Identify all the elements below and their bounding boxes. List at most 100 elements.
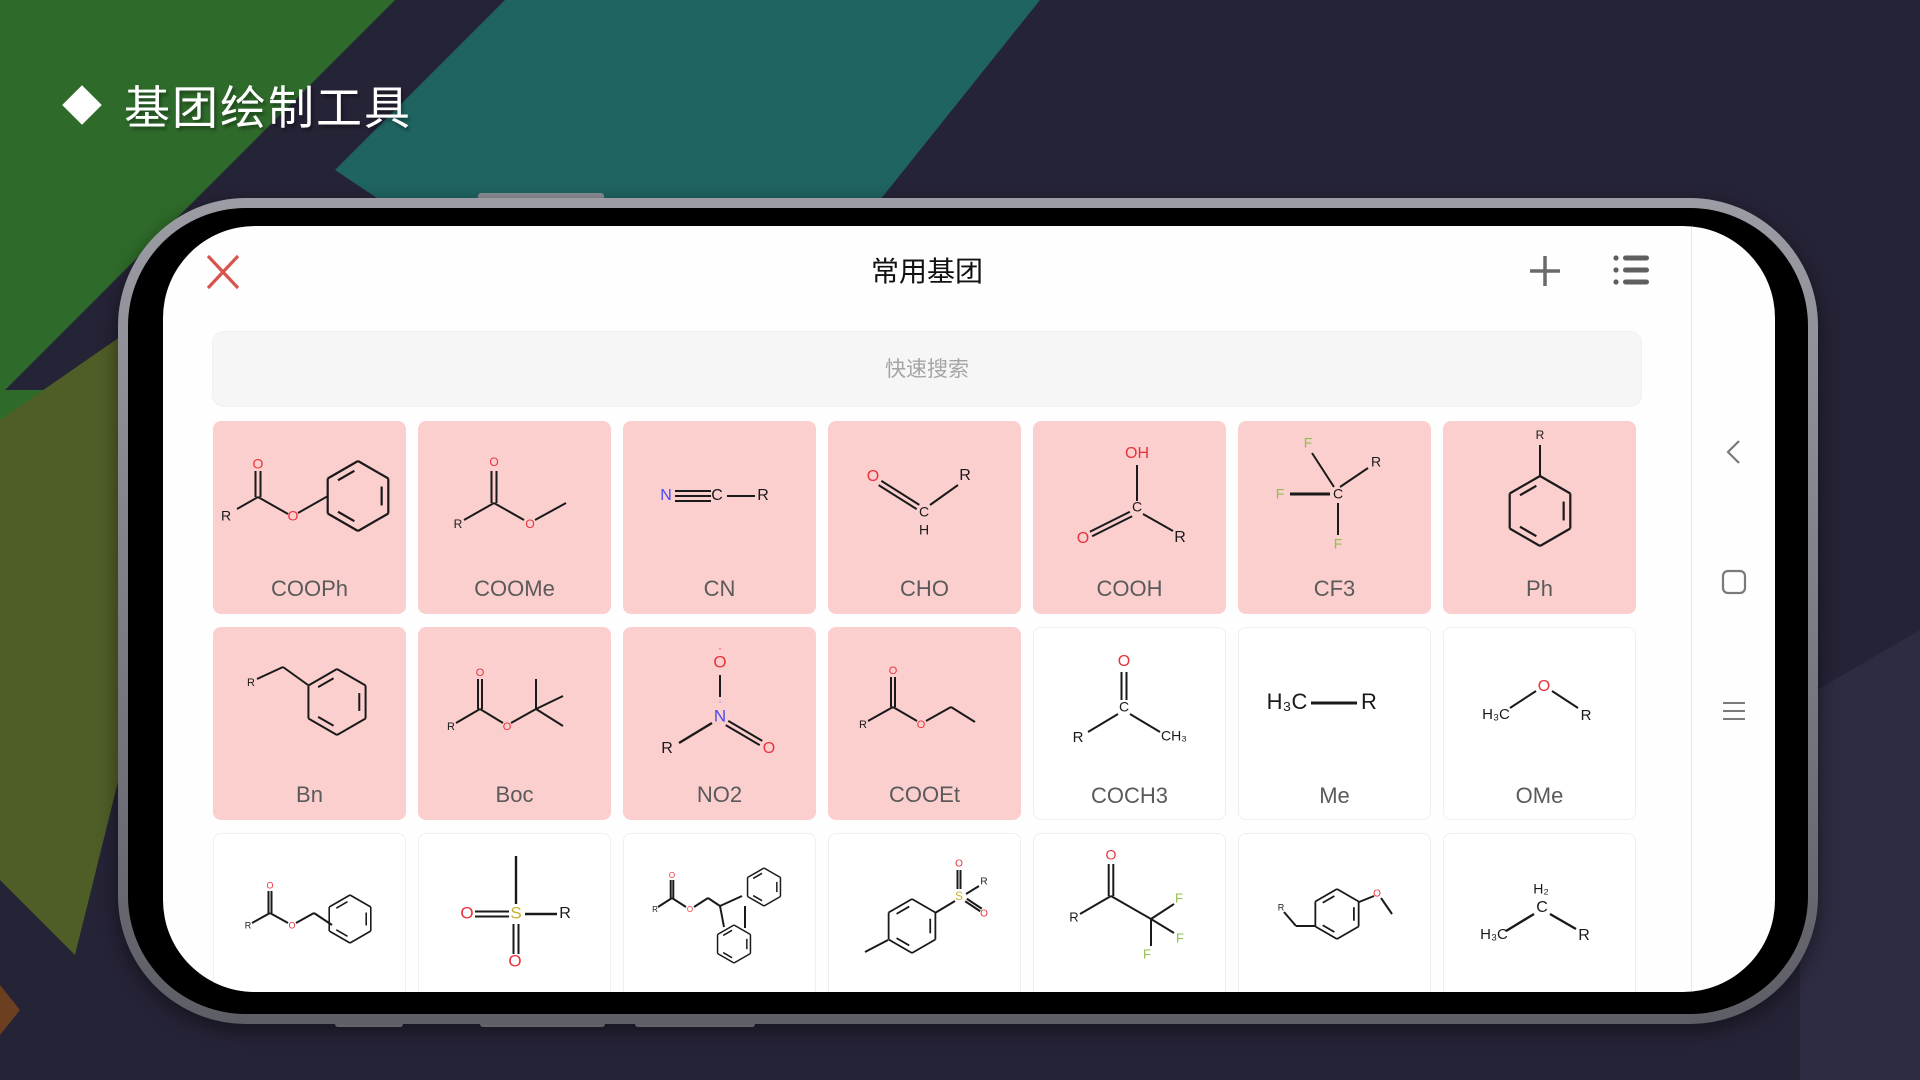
group-tile-cho[interactable]: O C H R CHO [828, 421, 1021, 614]
svg-text:O: O [1077, 530, 1089, 547]
slide-title: 基团绘制工具 [60, 72, 412, 138]
svg-text:O: O [955, 859, 963, 870]
svg-text:H: H [919, 522, 929, 538]
group-tile-fmoc[interactable]: R O O [623, 833, 816, 992]
group-tile-bn[interactable]: R Bn [213, 627, 406, 820]
list-icon [1613, 255, 1649, 285]
svg-text:O: O [687, 905, 693, 914]
svg-text:R: R [447, 721, 455, 733]
group-tile-boc[interactable]: R O O Boc [418, 627, 611, 820]
structure-cho-icon: O CH R [867, 467, 971, 538]
group-tile-coome[interactable]: R O O COOMe [418, 421, 611, 614]
structure-cooet-icon: R O O [859, 665, 976, 731]
svg-text:R: R [980, 877, 987, 888]
group-tile-ph[interactable]: R Ph [1443, 421, 1636, 614]
svg-text:H₃C: H₃C [1480, 926, 1508, 943]
search-input[interactable] [213, 356, 1641, 382]
svg-text:O: O [503, 721, 512, 733]
svg-text:R: R [221, 508, 231, 524]
back-icon[interactable] [1718, 436, 1750, 468]
recents-icon[interactable] [1718, 695, 1750, 727]
diamond-bullet-icon [62, 85, 102, 125]
svg-text:O: O [917, 719, 926, 731]
svg-text:F: F [1176, 930, 1184, 945]
svg-text:S: S [510, 903, 521, 922]
system-nav-bar [1691, 226, 1775, 992]
svg-text:R: R [1371, 454, 1381, 470]
svg-text:R: R [1278, 902, 1285, 912]
group-tile-cf3[interactable]: F F C R F CF3 [1238, 421, 1431, 614]
svg-text:N: N [714, 706, 726, 725]
svg-text:R: R [859, 719, 867, 731]
structure-ms-icon: O S R O [460, 856, 571, 970]
svg-text:R: R [1581, 707, 1592, 724]
structure-cf3-icon: F F C R F [1276, 435, 1381, 552]
svg-text:C: C [711, 487, 723, 504]
add-group-button[interactable] [1528, 254, 1562, 288]
svg-text:O: O [476, 667, 485, 679]
plus-icon [1530, 256, 1560, 286]
svg-text:C: C [1132, 499, 1142, 515]
structure-cooh-icon: OH C O R [1077, 445, 1186, 547]
group-tile-pmb[interactable]: RO [1238, 833, 1431, 992]
svg-text:O: O [1538, 678, 1550, 695]
structure-bn-icon: R [247, 666, 367, 736]
svg-text:O: O [713, 652, 726, 671]
group-tile-cbz[interactable]: R O O [213, 833, 406, 992]
phone-screen: 常用基团 OORCOOPhROOCOOMeNCRCNOCHRCHOOHCORCO… [163, 226, 1775, 992]
group-tile-no2[interactable]: · O · N R O NO2 [623, 627, 816, 820]
list-view-button[interactable] [1611, 252, 1651, 290]
home-icon[interactable] [1718, 566, 1750, 598]
svg-text:H₃C: H₃C [1482, 706, 1510, 723]
group-tile-cooet[interactable]: R O O COOEt [828, 627, 1021, 820]
svg-text:R: R [959, 467, 971, 484]
group-tile-ms[interactable]: O S R O [418, 833, 611, 992]
bg-shape-dark-right [1800, 630, 1920, 1080]
group-tile-tfa[interactable]: O R F F F [1033, 833, 1226, 992]
svg-text:O: O [980, 909, 988, 920]
page-title: 常用基团 [870, 255, 983, 288]
group-tile-me[interactable]: H₃C R Me [1238, 627, 1431, 820]
group-tile-et[interactable]: H₂ C H₃C R [1443, 833, 1636, 992]
svg-text:R: R [661, 740, 673, 757]
group-label: COOMe [474, 576, 555, 601]
svg-text:F: F [1143, 946, 1151, 961]
group-tile-cooh[interactable]: OH C O R COOH [1033, 421, 1226, 614]
slide-title-text: 基团绘制工具 [124, 81, 412, 135]
group-tile-cn[interactable]: N C R CN [623, 421, 816, 614]
structure-no2-icon: ·O·NR O [661, 641, 775, 757]
group-label: CF3 [1313, 576, 1356, 601]
svg-text:O: O [489, 455, 498, 469]
search-box[interactable] [212, 331, 1642, 407]
svg-text:O: O [508, 951, 521, 970]
svg-text:O: O [763, 740, 775, 757]
structure-cn-icon: NCR [660, 487, 769, 504]
svg-text:O: O [460, 903, 473, 922]
group-tile-ts[interactable]: S O R O [828, 833, 1021, 992]
svg-text:R: R [652, 905, 658, 914]
group-label: COOEt [889, 782, 960, 807]
group-label: CN [703, 576, 736, 601]
structure-tfa-icon: O R F F F [1069, 847, 1184, 962]
svg-text:O: O [288, 508, 299, 524]
structure-ome-icon: H₃C O R [1482, 678, 1592, 724]
svg-text:N: N [660, 487, 672, 504]
svg-text:R: R [247, 677, 255, 689]
group-tile-cooph[interactable]: O O R COOPh [213, 421, 406, 614]
svg-text:R: R [245, 920, 252, 930]
svg-text:O: O [525, 517, 534, 531]
svg-text:O: O [1373, 889, 1381, 900]
svg-text:C: C [1119, 699, 1129, 715]
svg-text:R: R [1174, 529, 1186, 546]
group-label: COOPh [270, 576, 349, 601]
group-tile-ome[interactable]: H₃C O R OMe [1443, 627, 1636, 820]
svg-text:S: S [955, 889, 963, 903]
svg-text:H₂: H₂ [1533, 881, 1549, 897]
svg-text:O: O [1106, 847, 1117, 863]
svg-text:H₃C: H₃C [1267, 689, 1308, 714]
svg-text:O: O [867, 468, 879, 485]
svg-text:CH₃: CH₃ [1161, 728, 1187, 744]
group-tile-coch3[interactable]: O C R CH₃ COCH3 [1033, 627, 1226, 820]
group-label: Ph [1526, 576, 1553, 601]
structure-coch3-icon: O C R CH₃ [1073, 653, 1187, 746]
